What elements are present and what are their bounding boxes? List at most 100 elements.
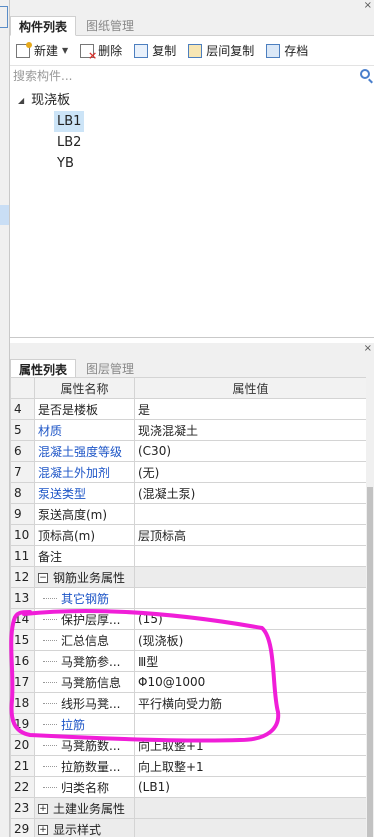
property-value[interactable] [134, 503, 367, 525]
property-name: 马凳筋数... [34, 734, 135, 756]
new-document-icon [16, 41, 32, 58]
close-icon[interactable]: × [364, 343, 372, 354]
save-button[interactable]: 存档 [266, 42, 308, 59]
property-name: 泵送高度(m) [34, 503, 135, 525]
table-row[interactable]: 13 其它钢筋 [10, 587, 367, 609]
property-name: 归类名称 [34, 776, 135, 798]
table-row[interactable]: 11 备注 [10, 545, 367, 567]
close-icon[interactable]: × [364, 0, 372, 11]
property-name-header[interactable]: 属性名称 [34, 377, 135, 399]
group-row-rebar[interactable]: 12− 钢筋业务属性 [10, 566, 367, 588]
row-number: 5 [10, 419, 35, 441]
property-value[interactable]: (无) [134, 461, 367, 483]
delete-icon [80, 43, 97, 62]
table-row[interactable]: 7 混凝土外加剂 (无) [10, 461, 367, 483]
tree-item-label: LB2 [57, 135, 82, 150]
tree-root-label: 现浇板 [31, 93, 71, 108]
property-grid: 属性名称 属性值 4 是否是楼板是 5 材质 现浇混凝土 6 混凝土强度等级 (C30) … [10, 377, 367, 837]
row-number: 12 [10, 566, 35, 588]
dock-tab-indicator[interactable] [0, 6, 8, 28]
property-value[interactable]: 向上取整+1 [134, 734, 367, 756]
floor-copy-button[interactable]: 层间复制 [188, 42, 254, 59]
property-value[interactable]: Ⅲ型 [134, 650, 367, 672]
tree-node-root[interactable]: ◢ 现浇板 [10, 90, 374, 111]
left-dock-strip [0, 0, 10, 837]
search-input[interactable] [10, 66, 374, 86]
table-row[interactable]: 4 是否是楼板是 [10, 398, 367, 420]
search-icon[interactable] [360, 69, 370, 79]
group-label: 显示样式 [53, 822, 102, 837]
floor-copy-label: 层间复制 [206, 44, 255, 58]
property-value[interactable]: (混凝土泵) [134, 482, 367, 504]
table-row[interactable]: 20 马凳筋数... 向上取整+1 [10, 734, 367, 756]
property-name: 保护层厚... [34, 608, 135, 630]
property-value[interactable]: 是 [134, 398, 367, 420]
expand-plus-icon[interactable]: + [38, 804, 48, 814]
scrollbar-thumb[interactable] [367, 487, 373, 837]
property-value[interactable] [134, 545, 367, 567]
property-name: 拉筋数量... [34, 755, 135, 777]
row-number: 4 [10, 398, 35, 420]
tab-component-list[interactable]: 构件列表 [10, 16, 77, 36]
table-row[interactable]: 15 汇总信息 (现浇板) [10, 629, 367, 651]
property-value[interactable]: (15) [134, 608, 367, 630]
property-group-name: + 土建业务属性 [34, 797, 135, 819]
row-number: 23 [10, 797, 35, 819]
grid-header-row: 属性名称 属性值 [10, 377, 367, 399]
row-number: 14 [10, 608, 35, 630]
property-group-name: − 钢筋业务属性 [34, 566, 135, 588]
expand-plus-icon[interactable]: + [38, 825, 48, 835]
property-group-name: + 显示样式 [34, 818, 135, 837]
tree-item-lb2[interactable]: LB2 [10, 132, 374, 153]
tab-property-list[interactable]: 属性列表 [10, 359, 77, 379]
save-icon [266, 43, 281, 58]
property-value[interactable]: (C30) [134, 440, 367, 462]
component-panel-tabbar: 构件列表 图纸管理 × [10, 0, 374, 36]
property-value[interactable]: (现浇板) [134, 629, 367, 651]
property-value[interactable]: 现浇混凝土 [134, 419, 367, 441]
tab-layer-management[interactable]: 图层管理 [78, 359, 142, 379]
new-button[interactable]: 新建 ▼ [16, 41, 68, 59]
copy-button[interactable]: 复制 [134, 42, 176, 59]
collapse-triangle-icon[interactable]: ◢ [18, 96, 24, 105]
property-value[interactable]: (LB1) [134, 776, 367, 798]
table-row[interactable]: 6 混凝土强度等级 (C30) [10, 440, 367, 462]
property-panel-tabbar: 属性列表 图层管理 × [10, 343, 374, 379]
table-row[interactable]: 22 归类名称 (LB1) [10, 776, 367, 798]
property-name: 其它钢筋 [34, 587, 135, 609]
property-value[interactable] [134, 587, 367, 609]
property-name: 拉筋 [34, 713, 135, 735]
tree-item-lb1[interactable]: LB1 [10, 111, 374, 132]
property-value[interactable] [134, 713, 367, 735]
row-number: 11 [10, 545, 35, 567]
group-row-display[interactable]: 29 + 显示样式 [10, 818, 367, 837]
row-number: 7 [10, 461, 35, 483]
table-row[interactable]: 10 顶标高(m) 层顶标高 [10, 524, 367, 546]
table-row[interactable]: 9 泵送高度(m) [10, 503, 367, 525]
table-row[interactable]: 17 马凳筋信息 Φ10@1000 [10, 671, 367, 693]
table-row[interactable]: 19 拉筋 [10, 713, 367, 735]
table-row[interactable]: 14 保护层厚... (15) [10, 608, 367, 630]
property-value[interactable]: Φ10@1000 [134, 671, 367, 693]
table-row[interactable]: 5 材质 现浇混凝土 [10, 419, 367, 441]
table-row[interactable]: 8 泵送类型 (混凝土泵) [10, 482, 367, 504]
delete-button[interactable]: 删除 [80, 42, 122, 62]
property-value[interactable]: 层顶标高 [134, 524, 367, 546]
property-scrollbar[interactable] [366, 377, 374, 837]
tab-drawing-management[interactable]: 图纸管理 [78, 16, 142, 36]
property-value-header[interactable]: 属性值 [134, 377, 367, 399]
property-name: 顶标高(m) [34, 524, 135, 546]
row-number: 9 [10, 503, 35, 525]
component-list-panel: 构件列表 图纸管理 × 新建 ▼ 删除 复制 层间复制 存档 [10, 0, 374, 338]
group-row-civil[interactable]: 23 + 土建业务属性 [10, 797, 367, 819]
tree-item-yb[interactable]: YB [10, 153, 374, 174]
property-value[interactable]: 向上取整+1 [134, 755, 367, 777]
row-number: 20 [10, 734, 35, 756]
table-row[interactable]: 21 拉筋数量... 向上取整+1 [10, 755, 367, 777]
table-row[interactable]: 18 线形马凳... 平行横向受力筋 [10, 692, 367, 714]
collapse-minus-icon[interactable]: − [38, 573, 48, 583]
chevron-down-icon[interactable]: ▼ [62, 46, 68, 55]
property-name: 泵送类型 [34, 482, 135, 504]
property-value[interactable]: 平行横向受力筋 [134, 692, 367, 714]
table-row[interactable]: 16 马凳筋参... Ⅲ型 [10, 650, 367, 672]
